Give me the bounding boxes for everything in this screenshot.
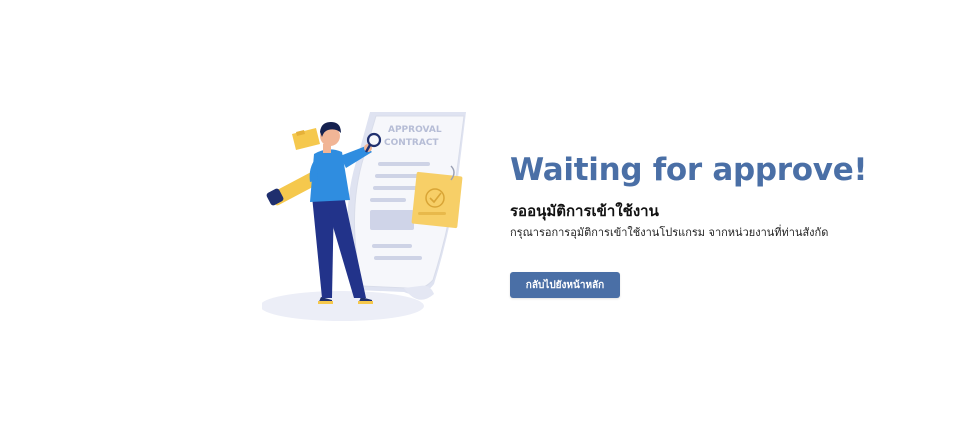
status-heading: รออนุมัติการเข้าใช้งาน (510, 202, 659, 220)
approval-message: Waiting for approve! รออนุมัติการเข้าใช้… (510, 150, 950, 298)
folder-prop (292, 128, 320, 150)
status-description: กรุณารอการอุมัติการเข้าใช้งานโปรแกรม จาก… (510, 226, 829, 239)
contract-title-line-1: APPROVAL (388, 125, 442, 135)
contract-title-line-2: CONTRACT (384, 138, 439, 148)
back-to-home-button[interactable]: กลับไปยังหน้าหลัก (510, 272, 620, 298)
ground-shadow (262, 291, 424, 321)
waiting-approval-page: APPROVAL CONTRACT Waiting for approve! ร… (0, 0, 963, 439)
page-title: Waiting for approve! (510, 152, 868, 188)
approval-contract-illustration: APPROVAL CONTRACT (262, 112, 466, 321)
